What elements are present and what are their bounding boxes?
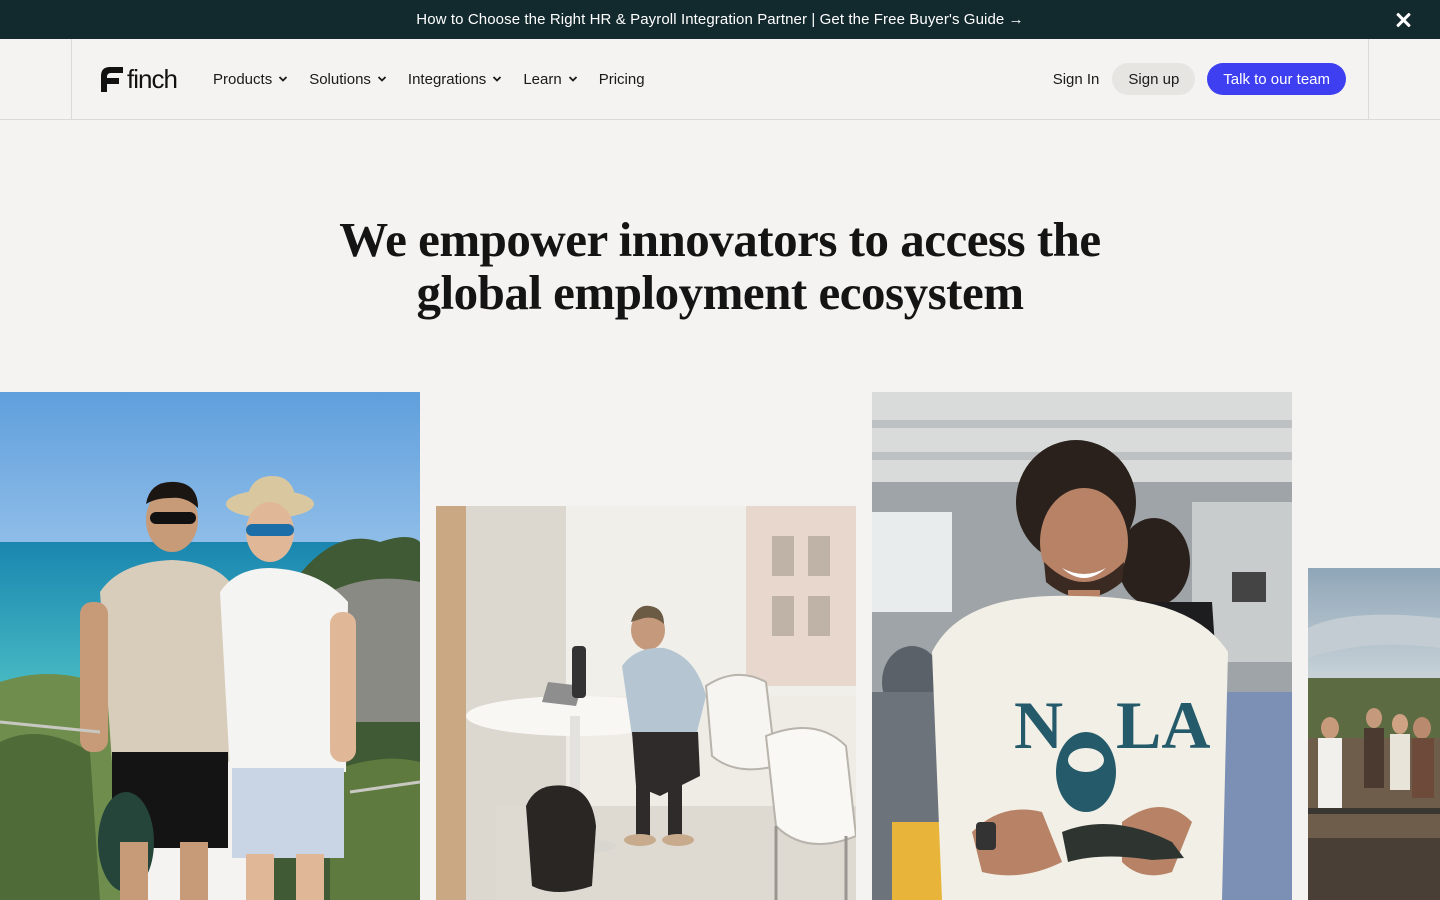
nav-item-integrations[interactable]: Integrations [408, 71, 502, 88]
main-nav: Products Solutions Integrations Learn Pr… [213, 69, 666, 89]
announcement-link[interactable]: How to Choose the Right HR & Payroll Int… [416, 11, 1023, 28]
chevron-down-icon [279, 76, 288, 82]
svg-text:N: N [1014, 687, 1063, 763]
announcement-bar[interactable]: How to Choose the Right HR & Payroll Int… [0, 0, 1440, 39]
finch-logo-icon [101, 66, 123, 92]
team-photo-office [436, 506, 856, 900]
svg-text:LA: LA [1116, 687, 1210, 763]
talk-to-team-button[interactable]: Talk to our team [1207, 63, 1346, 95]
nav-item-label: Integrations [407, 70, 487, 88]
site-header: finch Products Solutions Integrations Le… [0, 39, 1440, 120]
nav-item-learn[interactable]: Learn [523, 71, 577, 88]
nav-item-label: Products [213, 70, 273, 88]
team-photo-boat: N LA [872, 392, 1292, 900]
hero-title: We empower innovators to access the glob… [0, 213, 1440, 319]
nav-item-label: Learn [523, 70, 562, 88]
header-actions: Sign In Sign up Talk to our team [1053, 63, 1346, 95]
team-photo-group [1308, 568, 1440, 900]
nav-item-products[interactable]: Products [213, 71, 288, 88]
nav-item-label: Pricing [598, 70, 645, 88]
hero-title-line-2: global employment ecosystem [416, 265, 1024, 320]
hero-title-line-1: We empower innovators to access the [339, 212, 1101, 267]
chevron-down-icon [493, 76, 502, 82]
team-photo-beach [0, 392, 420, 900]
nav-item-label: Solutions [309, 70, 371, 88]
chevron-down-icon [377, 76, 387, 82]
nav-item-solutions[interactable]: Solutions [309, 71, 387, 88]
nav-item-pricing[interactable]: Pricing [599, 71, 645, 88]
logo-wordmark: finch [127, 64, 178, 94]
header-container: finch Products Solutions Integrations Le… [71, 39, 1369, 119]
chevron-down-icon [568, 76, 577, 82]
sign-up-button[interactable]: Sign up [1112, 63, 1196, 95]
close-icon[interactable] [1394, 11, 1412, 29]
sign-in-link[interactable]: Sign In [1053, 71, 1100, 88]
finch-logo[interactable]: finch [101, 64, 178, 94]
